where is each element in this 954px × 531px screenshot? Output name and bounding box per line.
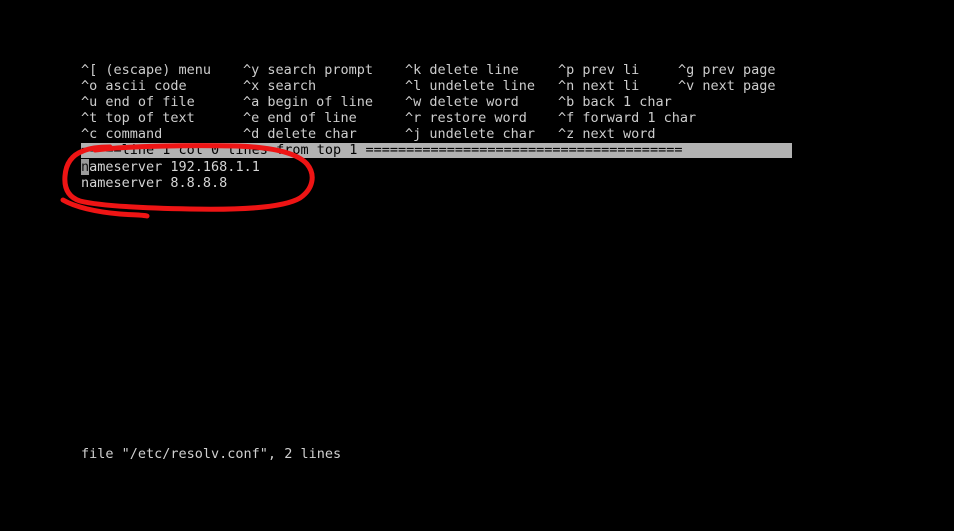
buffer-line[interactable]: nameserver 8.8.8.8 (81, 175, 227, 191)
help-shortcut-top-of-text: ^t top of text (81, 110, 195, 126)
help-row: ^[ (escape) menu ^y search prompt ^k del… (81, 62, 941, 78)
help-shortcut-restore-word: ^r restore word (405, 110, 527, 126)
help-row: ^c command ^d delete char ^j undelete ch… (81, 126, 941, 142)
help-shortcut-forward-1-char: ^f forward 1 char (558, 110, 697, 126)
help-shortcut-next-line: ^n next li (558, 78, 640, 94)
buffer-line-text: nameserver 8.8.8.8 (81, 175, 228, 191)
help-shortcut-next-page: ^v next page (678, 78, 776, 94)
help-shortcut-end-of-line: ^e end of line (243, 110, 357, 126)
terminal-screen: ^[ (escape) menu ^y search prompt ^k del… (0, 0, 954, 531)
help-shortcut-begin-of-line: ^a begin of line (243, 94, 374, 110)
editor-status-bar: =====line 1 col 0 lines from top 1 =====… (81, 143, 792, 158)
help-shortcut-escape-menu: ^[ (escape) menu (81, 62, 212, 78)
help-row: ^u end of file ^a begin of line ^w delet… (81, 94, 941, 110)
help-row: ^o ascii code ^x search ^l undelete line… (81, 78, 941, 94)
help-shortcut-delete-word: ^w delete word (405, 94, 519, 110)
help-shortcut-undelete-line: ^l undelete line (405, 78, 536, 94)
help-shortcut-ascii-code: ^o ascii code (81, 78, 187, 94)
help-shortcut-next-word: ^z next word (558, 126, 656, 142)
help-shortcut-undelete-char: ^j undelete char (405, 126, 536, 142)
text-cursor: n (81, 159, 90, 175)
buffer-line-text: ameserver 192.168.1.1 (89, 159, 260, 175)
help-shortcut-end-of-file: ^u end of file (81, 94, 195, 110)
help-shortcut-search-prompt: ^y search prompt (243, 62, 374, 78)
file-status-line: file "/etc/resolv.conf", 2 lines (81, 446, 342, 462)
help-shortcut-back-1-char: ^b back 1 char (558, 94, 672, 110)
help-shortcut-delete-line: ^k delete line (405, 62, 519, 78)
help-row: ^t top of text ^e end of line ^r restore… (81, 110, 941, 126)
help-shortcut-prev-line: ^p prev li (558, 62, 640, 78)
help-shortcut-prev-page: ^g prev page (678, 62, 776, 78)
help-shortcut-delete-char: ^d delete char (243, 126, 357, 142)
editor-help-grid: ^[ (escape) menu ^y search prompt ^k del… (81, 62, 941, 142)
help-shortcut-search: ^x search (243, 78, 317, 94)
help-shortcut-command: ^c command (81, 126, 163, 142)
buffer-line[interactable]: nameserver 192.168.1.1 (81, 159, 260, 175)
